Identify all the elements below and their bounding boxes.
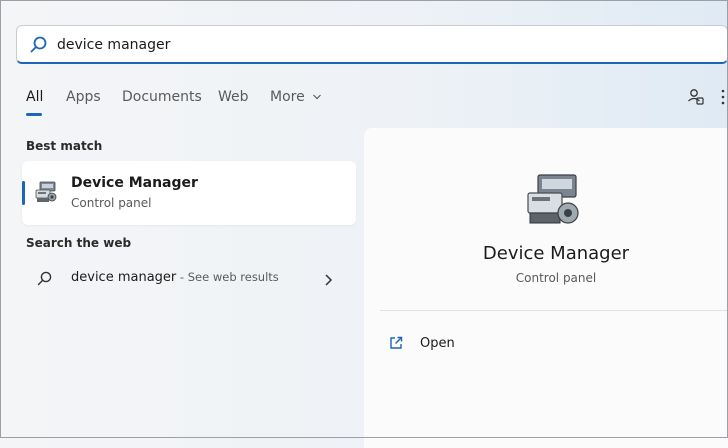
chevron-down-icon [313, 94, 322, 100]
open-external-icon [388, 335, 404, 355]
chevron-right-icon[interactable] [323, 272, 333, 291]
search-icon [29, 35, 49, 59]
tab-more-label: More [270, 89, 305, 105]
divider [380, 310, 728, 311]
tab-apps[interactable]: Apps [66, 89, 101, 105]
web-query-text: device manager [71, 270, 177, 285]
search-web-heading: Search the web [26, 236, 132, 250]
best-match-result[interactable]: Device Manager Control panel [22, 161, 356, 225]
web-query: device manager - See web results [71, 270, 279, 285]
open-label: Open [420, 336, 455, 351]
detail-subtitle: Control panel [515, 271, 597, 285]
tab-web[interactable]: Web [218, 89, 249, 105]
web-hint: - See web results [176, 270, 279, 284]
best-match-heading: Best match [26, 139, 103, 153]
active-tab-indicator [26, 113, 42, 116]
result-detail-pane: Device Manager Control panel Open [364, 128, 728, 448]
search-box[interactable]: device manager [16, 25, 728, 64]
result-title: Device Manager [71, 175, 198, 191]
search-input[interactable]: device manager [57, 37, 170, 53]
account-switch-icon[interactable] [687, 88, 705, 110]
detail-title: Device Manager [482, 243, 630, 264]
search-icon [36, 270, 54, 292]
device-manager-icon [34, 180, 58, 208]
tab-more[interactable]: More [270, 89, 322, 105]
web-search-result[interactable]: device manager - See web results [22, 262, 356, 296]
tab-documents[interactable]: Documents [122, 89, 202, 105]
device-manager-large-icon [524, 173, 584, 233]
more-options-icon[interactable] [719, 88, 727, 110]
tab-all[interactable]: All [26, 89, 43, 105]
result-subtitle: Control panel [71, 196, 152, 210]
selection-indicator [22, 181, 25, 205]
